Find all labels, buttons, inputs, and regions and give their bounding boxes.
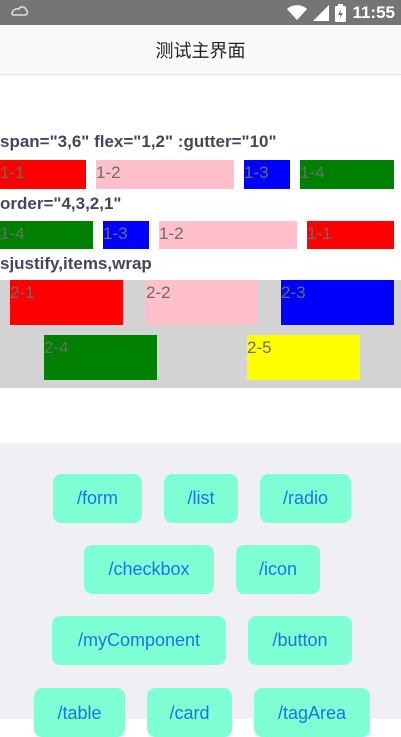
battery-icon	[335, 3, 347, 22]
layout-demo: span="3,6" flex="1,2" :gutter="10" 1-1 1…	[0, 76, 401, 443]
order-item-1-2: 1-2	[159, 221, 297, 249]
route-button-radio[interactable]: /radio	[260, 474, 351, 523]
section-heading-order: order="4,3,2,1"	[0, 194, 122, 213]
flex-item-1-3: 1-3	[244, 160, 290, 189]
route-button-form[interactable]: /form	[53, 474, 142, 523]
route-button-list[interactable]: /list	[164, 474, 238, 523]
order-item-1-4: 1-4	[0, 221, 93, 249]
page-title: 测试主界面	[155, 40, 246, 62]
route-button-mycomponent[interactable]: /myComponent	[52, 616, 226, 665]
wrap-item-2-3: 2-3	[281, 280, 394, 325]
wrap-item-2-2: 2-2	[146, 280, 258, 325]
status-icons: 11:55	[287, 2, 395, 23]
route-button-checkbox[interactable]: /checkbox	[84, 545, 214, 594]
wifi-icon	[287, 4, 308, 20]
section-heading-justify: sjustify,items,wrap	[0, 254, 152, 273]
app-icon	[11, 6, 29, 16]
wrap-item-2-5: 2-5	[247, 335, 360, 380]
status-bar: 11:55	[0, 0, 401, 25]
route-button-card[interactable]: /card	[147, 688, 232, 737]
flex-item-1-4: 1-4	[300, 160, 394, 189]
nav-bar: 测试主界面	[0, 25, 401, 75]
wrap-item-2-1: 2-1	[10, 280, 123, 325]
route-button-tagarea[interactable]: /tagArea	[254, 688, 370, 737]
section-heading-span: span="3,6" flex="1,2" :gutter="10"	[0, 132, 277, 151]
route-button-table[interactable]: /table	[34, 688, 125, 737]
status-time: 11:55	[352, 2, 395, 22]
signal-icon	[313, 4, 330, 21]
order-item-1-3: 1-3	[103, 221, 149, 249]
flex-item-1-2: 1-2	[96, 160, 234, 189]
route-button-icon[interactable]: /icon	[236, 545, 320, 594]
flex-item-1-1: 1-1	[0, 160, 86, 189]
order-item-1-1: 1-1	[307, 221, 394, 249]
route-buttons: /form /list /radio /checkbox /icon /myCo…	[0, 443, 401, 737]
route-button-button[interactable]: /button	[248, 616, 352, 665]
wrap-item-2-4: 2-4	[44, 335, 157, 380]
